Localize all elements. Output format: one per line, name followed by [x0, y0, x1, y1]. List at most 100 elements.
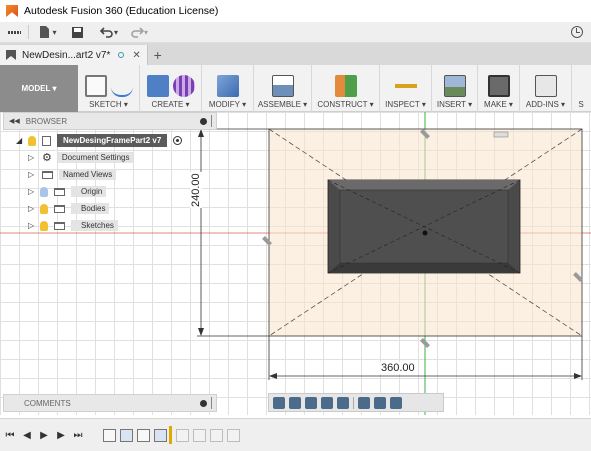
create-sketch-icon[interactable] [84, 75, 107, 97]
expand-arrow-icon[interactable]: ▷ [28, 153, 36, 162]
toolbar-group-inspect[interactable]: INSPECT ▾ [380, 65, 432, 112]
timeline-marker[interactable] [169, 426, 172, 444]
timeline-suppressed-feature[interactable] [193, 428, 206, 442]
window-title: Autodesk Fusion 360 (Education License) [24, 5, 219, 17]
file-icon[interactable]: ▾ [37, 24, 57, 41]
measure-icon[interactable] [394, 75, 417, 97]
document-icon [42, 135, 51, 146]
expand-arrow-icon[interactable]: ▷ [28, 204, 36, 213]
zoom-icon[interactable] [321, 396, 333, 409]
browser-item-label: Bodies [71, 203, 110, 214]
toolbar-group-select[interactable]: S [572, 65, 590, 112]
pattern-icon[interactable] [172, 75, 195, 97]
timeline-sketch-feature[interactable] [103, 428, 116, 442]
browser-item-sketches[interactable]: ▷ Sketches [28, 219, 118, 232]
toolbar-label-assemble: ASSEMBLE ▾ [257, 100, 308, 109]
gear-icon: ⚙ [42, 152, 52, 164]
panel-options-icon[interactable] [200, 117, 207, 125]
3d-print-icon[interactable] [487, 75, 510, 97]
pan-icon[interactable] [305, 396, 317, 409]
fit-icon[interactable] [337, 396, 349, 409]
horizontal-constraint-icon [493, 131, 509, 138]
visibility-bulb-icon[interactable] [28, 135, 36, 146]
go-to-start-icon[interactable]: ⏮ [3, 428, 17, 442]
main-toolbar: MODEL ▾ SKETCH ▾ CREATE ▾ MODIFY ▾ ASSEM… [0, 65, 591, 112]
browser-panel-header[interactable]: ◀◀ BROWSER [3, 112, 217, 130]
step-forward-icon[interactable]: ▶ [54, 428, 68, 442]
expand-arrow-icon[interactable]: ▷ [28, 187, 36, 196]
timeline-suppressed-feature[interactable] [210, 428, 223, 442]
expand-arrow-icon[interactable]: ◢ [16, 136, 24, 145]
divider [28, 25, 29, 39]
close-tab-button[interactable]: ✕ [132, 50, 140, 61]
visibility-bulb-icon[interactable] [40, 203, 48, 214]
orbit-icon[interactable] [273, 396, 285, 409]
document-tab[interactable]: NewDesin...art2 v7* ✕ [0, 45, 148, 65]
toolbar-group-insert[interactable]: INSERT ▾ [432, 65, 478, 112]
look-at-icon[interactable] [289, 396, 301, 409]
select-icon[interactable] [576, 75, 586, 97]
browser-root-label: NewDesingFramePart2 v7 [57, 134, 168, 147]
panel-pin-icon[interactable] [211, 397, 212, 409]
browser-item-named-views[interactable]: ▷ Named Views [28, 168, 117, 181]
browser-root-item[interactable]: ◢ NewDesingFramePart2 v7 [16, 134, 183, 147]
timeline-sketch-feature[interactable] [137, 428, 150, 442]
toolbar-group-assemble[interactable]: ASSEMBLE ▾ [254, 65, 312, 112]
visibility-bulb-icon[interactable] [40, 186, 48, 197]
go-to-end-icon[interactable]: ⏭ [71, 428, 85, 442]
folder-icon [54, 187, 65, 196]
insert-image-icon[interactable] [443, 75, 466, 97]
line-icon[interactable] [110, 75, 133, 97]
toolbar-group-modify[interactable]: MODIFY ▾ [202, 65, 254, 112]
display-settings-icon[interactable] [358, 396, 370, 409]
toolbar-group-sketch[interactable]: SKETCH ▾ [78, 65, 140, 112]
browser-item-document-settings[interactable]: ▷ ⚙ Document Settings [28, 151, 134, 164]
divider [353, 396, 354, 409]
quick-access-toolbar: ▾ ▾ ▾ [0, 22, 591, 43]
visibility-bulb-icon[interactable] [40, 220, 48, 231]
grid-settings-icon[interactable] [374, 396, 386, 409]
press-pull-icon[interactable] [216, 75, 239, 97]
extrude-icon[interactable] [146, 75, 169, 97]
toolbar-group-make[interactable]: MAKE ▾ [478, 65, 520, 112]
viewports-icon[interactable] [390, 396, 402, 409]
offset-plane-icon[interactable] [334, 75, 357, 97]
sync-status-icon [118, 52, 125, 58]
new-component-icon[interactable] [271, 75, 294, 97]
save-icon[interactable] [67, 24, 87, 41]
timeline-extrude-feature[interactable] [154, 428, 167, 442]
browser-item-bodies[interactable]: ▷ Bodies [28, 202, 110, 215]
expand-arrow-icon[interactable]: ▷ [28, 170, 36, 179]
toolbar-label-construct: CONSTRUCT ▾ [317, 100, 374, 109]
activate-radio-icon[interactable] [173, 136, 183, 145]
timeline-suppressed-feature[interactable] [227, 428, 240, 442]
timeline: ⏮ ◀ ▶ ▶ ⏭ [0, 418, 591, 451]
job-status-icon[interactable] [571, 26, 583, 38]
play-icon[interactable]: ▶ [37, 428, 51, 442]
panel-pin-icon[interactable] [211, 115, 212, 127]
expand-arrow-icon[interactable]: ▷ [28, 221, 36, 230]
toolbar-group-create[interactable]: CREATE ▾ [140, 65, 202, 112]
dimension-horizontal-label[interactable]: 360.00 [380, 362, 416, 374]
toolbar-group-add-ins[interactable]: ADD-INS ▾ [520, 65, 572, 112]
dimension-vertical-label[interactable]: 240.00 [190, 172, 202, 208]
panel-options-icon[interactable] [200, 399, 207, 407]
undo-icon[interactable]: ▾ [97, 24, 121, 41]
browser-item-label: Named Views [59, 169, 117, 180]
browser-item-origin[interactable]: ▷ Origin [28, 185, 107, 198]
toolbar-group-construct[interactable]: CONSTRUCT ▾ [312, 65, 380, 112]
comments-panel-header[interactable]: COMMENTS [3, 394, 217, 412]
new-tab-button[interactable]: + [148, 45, 168, 65]
redo-icon[interactable]: ▾ [127, 24, 151, 41]
scripts-icon[interactable] [534, 75, 557, 97]
timeline-extrude-feature[interactable] [120, 428, 133, 442]
timeline-suppressed-feature[interactable] [176, 428, 189, 442]
folder-icon [54, 221, 65, 230]
data-panel-icon[interactable] [8, 24, 20, 41]
document-tab-bar: NewDesin...art2 v7* ✕ + [0, 43, 591, 65]
folder-icon [42, 170, 53, 179]
toolbar-label-add-ins: ADD-INS ▾ [525, 100, 566, 109]
step-back-icon[interactable]: ◀ [20, 428, 34, 442]
collapse-panel-icon[interactable]: ◀◀ [9, 117, 20, 125]
workspace-switcher[interactable]: MODEL ▾ [0, 65, 78, 112]
